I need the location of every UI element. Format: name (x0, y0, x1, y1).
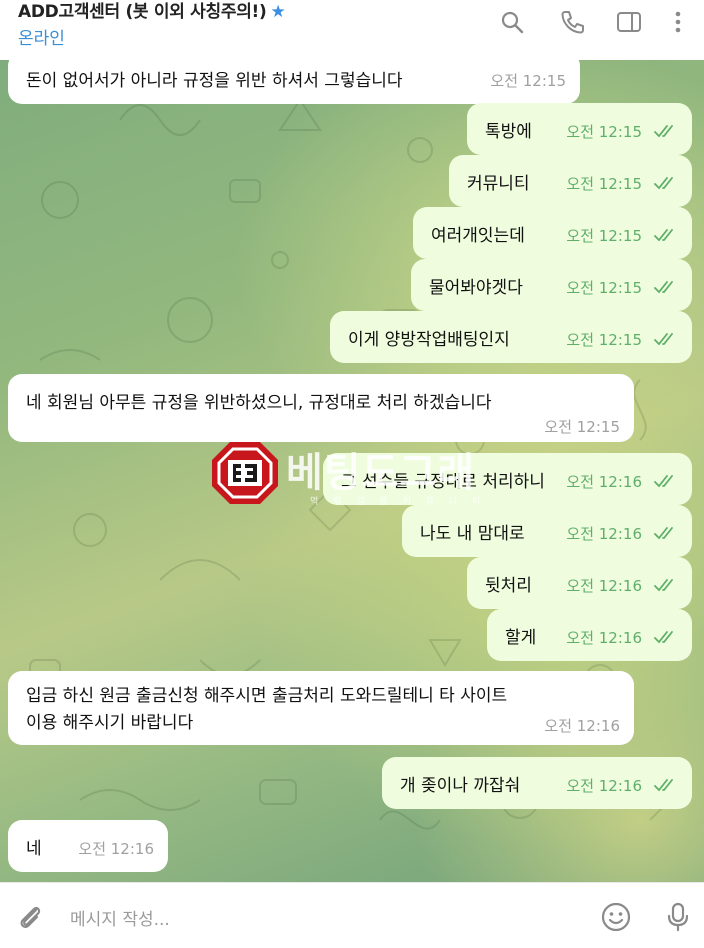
online-status: 온라인 (18, 29, 65, 49)
double-check-icon (654, 631, 673, 644)
message-incoming[interactable]: 네 오전 12:16 (8, 820, 168, 872)
microphone-icon[interactable] (662, 901, 694, 933)
double-check-icon (654, 229, 673, 242)
message-outgoing[interactable]: 물어봐야겟다 오전 12:15 (411, 259, 692, 311)
star-icon: ★ (270, 2, 286, 22)
message-text: 톡방에 (485, 122, 532, 142)
watermark-subtext: 먹 튀 검 증 커 뮤 니 티 (310, 497, 487, 507)
watermark-logo-icon (212, 442, 278, 504)
message-input[interactable]: 메시지 작성... (70, 905, 170, 930)
message-incoming[interactable]: 돈이 없어서가 아니라 규정을 위반 하셔서 그렇습니다 오전 12:15 (8, 60, 580, 104)
message-time: 오전 12:15 (566, 227, 642, 245)
double-check-icon (654, 579, 673, 592)
message-text: 물어봐야겟다 (429, 278, 523, 298)
message-time: 오전 12:16 (78, 840, 154, 858)
double-check-icon (654, 333, 673, 346)
phone-icon[interactable] (558, 8, 586, 36)
message-incoming[interactable]: 네 회원님 아무튼 규정을 위반하셨으니, 규정대로 처리 하겠습니다 오전 1… (8, 374, 634, 442)
double-check-icon (654, 177, 673, 190)
message-outgoing[interactable]: 개 좆이나 까잡숴 오전 12:16 (382, 757, 692, 809)
chat-header: ADD고객센터 (봇 이외 사칭주의!) ★ 온라인 (0, 0, 704, 60)
message-outgoing[interactable]: 뒷처리 오전 12:16 (467, 557, 692, 609)
message-outgoing[interactable]: 여러개잇는데 오전 12:15 (413, 207, 692, 259)
emoji-icon[interactable] (600, 901, 632, 933)
message-time: 오전 12:15 (544, 418, 620, 436)
message-time: 오전 12:16 (566, 473, 642, 491)
message-time: 오전 12:16 (566, 777, 642, 795)
double-check-icon (654, 779, 673, 792)
watermark: 베팅도그래 먹 튀 검 증 커 뮤 니 티 (210, 440, 500, 510)
message-text: 나도 내 맘대로 (420, 524, 525, 544)
double-check-icon (654, 527, 673, 540)
message-time: 오전 12:15 (490, 72, 566, 90)
message-time: 오전 12:16 (566, 577, 642, 595)
chat-title-text: ADD고객센터 (봇 이외 사칭주의!) (18, 2, 267, 22)
double-check-icon (654, 281, 673, 294)
chat-title[interactable]: ADD고객센터 (봇 이외 사칭주의!) ★ (18, 0, 286, 22)
message-incoming[interactable]: 입금 하신 원금 출금신청 해주시면 출금처리 도와드릴테니 타 사이트 이용 … (8, 671, 634, 745)
message-time: 오전 12:16 (566, 525, 642, 543)
message-time: 오전 12:16 (544, 717, 620, 735)
message-text: 여러개잇는데 (431, 226, 525, 246)
watermark-text: 베팅도그래 (286, 450, 475, 496)
message-time: 오전 12:15 (566, 175, 642, 193)
message-text: 할게 (505, 628, 537, 648)
message-outgoing[interactable]: 커뮤니티 오전 12:15 (449, 155, 692, 207)
message-composer: 메시지 작성... (0, 882, 704, 948)
message-text: 뒷처리 (485, 576, 532, 596)
search-icon[interactable] (498, 8, 526, 36)
double-check-icon (654, 475, 673, 488)
attach-icon[interactable] (14, 901, 46, 933)
message-text: 네 회원님 아무튼 규정을 위반하셨으니, 규정대로 처리 하겠습니다 (26, 393, 492, 413)
message-outgoing[interactable]: 톡방에 오전 12:15 (467, 103, 692, 155)
message-outgoing[interactable]: 나도 내 맘대로 오전 12:16 (402, 505, 692, 557)
message-text: 커뮤니티 (467, 174, 530, 194)
message-text: 이게 양방작업배팅인지 (348, 330, 510, 350)
message-text: 입금 하신 원금 출금신청 해주시면 출금처리 도와드릴테니 타 사이트 이용 … (26, 686, 508, 733)
message-outgoing[interactable]: 이게 양방작업배팅인지 오전 12:15 (330, 311, 692, 363)
sidebar-toggle-icon[interactable] (615, 8, 643, 36)
message-text: 돈이 없어서가 아니라 규정을 위반 하셔서 그렇습니다 (26, 71, 403, 91)
message-outgoing[interactable]: 할게 오전 12:16 (487, 609, 692, 661)
message-text: 네 (26, 839, 42, 859)
message-time: 오전 12:15 (566, 279, 642, 297)
more-vertical-icon[interactable] (664, 8, 692, 36)
message-time: 오전 12:16 (566, 629, 642, 647)
message-time: 오전 12:15 (566, 331, 642, 349)
double-check-icon (654, 125, 673, 138)
message-time: 오전 12:15 (566, 123, 642, 141)
message-text: 개 좆이나 까잡숴 (400, 776, 521, 796)
